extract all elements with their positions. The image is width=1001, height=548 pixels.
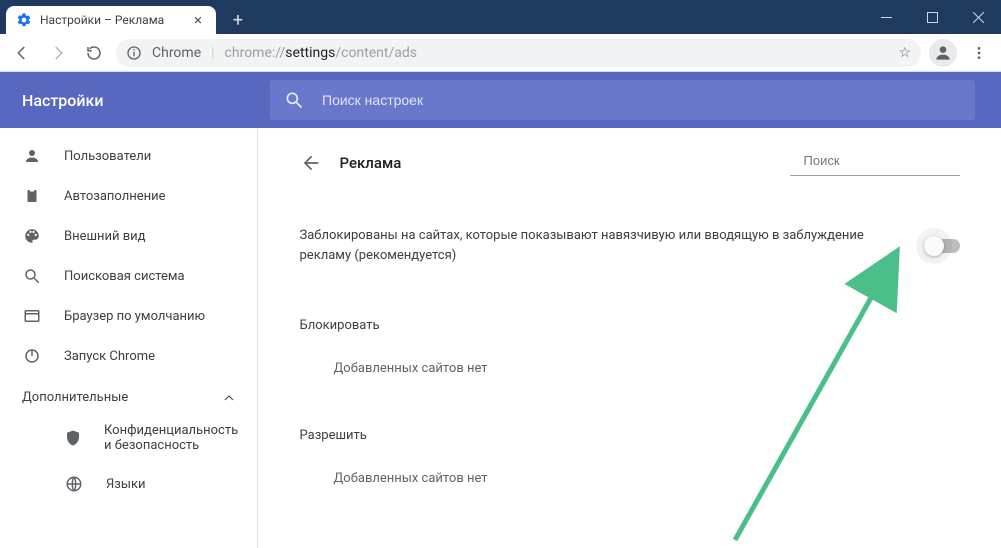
- browser-icon: [22, 307, 42, 325]
- info-icon: [126, 45, 142, 61]
- sidebar-item-languages[interactable]: Языки: [0, 461, 257, 507]
- browser-tab-title: Настройки – Реклама: [40, 13, 164, 27]
- sidebar-item-label: Внешний вид: [64, 229, 146, 244]
- allow-section-empty: Добавленных сайтов нет: [300, 443, 960, 486]
- settings-search[interactable]: [270, 80, 975, 120]
- settings-search-input[interactable]: [320, 91, 961, 109]
- window-minimize-button[interactable]: [863, 0, 909, 34]
- person-icon: [22, 147, 42, 165]
- globe-icon: [64, 475, 84, 493]
- shield-icon: [64, 429, 82, 447]
- browser-toolbar: Chrome | chrome://settings/content/ads ☆: [0, 34, 1001, 72]
- search-icon: [284, 90, 304, 110]
- ads-toggle-description: Заблокированы на сайтах, которые показыв…: [300, 226, 906, 266]
- sidebar-item-appearance[interactable]: Внешний вид: [0, 216, 257, 256]
- address-url: chrome://settings/content/ads: [225, 45, 417, 61]
- sidebar-item-label: Поисковая система: [64, 269, 185, 284]
- sidebar-item-label: Языки: [106, 477, 146, 492]
- address-origin-label: Chrome: [152, 45, 201, 61]
- sidebar-item-users[interactable]: Пользователи: [0, 136, 257, 176]
- settings-sidebar: Пользователи Автозаполнение Внешний вид …: [0, 128, 258, 548]
- sidebar-item-autofill[interactable]: Автозаполнение: [0, 176, 257, 216]
- block-section-empty: Добавленных сайтов нет: [300, 333, 960, 376]
- sidebar-item-on-startup[interactable]: Запуск Chrome: [0, 336, 257, 376]
- address-bar[interactable]: Chrome | chrome://settings/content/ads ☆: [116, 39, 921, 67]
- nav-reload-button[interactable]: [80, 39, 108, 67]
- sidebar-item-search-engine[interactable]: Поисковая система: [0, 256, 257, 296]
- block-section-title: Блокировать: [300, 318, 960, 333]
- bookmark-star-icon[interactable]: ☆: [898, 45, 911, 61]
- sidebar-item-label: Запуск Chrome: [64, 349, 155, 364]
- power-icon: [22, 347, 42, 365]
- sidebar-item-label: Браузер по умолчанию: [64, 309, 205, 324]
- search-icon: [22, 267, 42, 285]
- sidebar-item-label: Пользователи: [64, 149, 151, 164]
- sidebar-item-default-browser[interactable]: Браузер по умолчанию: [0, 296, 257, 336]
- page-title: Реклама: [340, 154, 402, 172]
- settings-content: Реклама Заблокированы на сайтах, которые…: [258, 128, 1001, 548]
- browser-menu-button[interactable]: [965, 39, 993, 67]
- sidebar-section-advanced[interactable]: Дополнительные: [0, 376, 257, 415]
- new-tab-button[interactable]: +: [224, 6, 252, 34]
- browser-tab-active[interactable]: Настройки – Реклама ×: [6, 6, 216, 34]
- window-titlebar: Настройки – Реклама × +: [0, 0, 1001, 34]
- sidebar-item-privacy[interactable]: Конфиденциальность и безопасность: [0, 415, 257, 461]
- allow-section-title: Разрешить: [300, 428, 960, 443]
- nav-forward-button[interactable]: [44, 39, 72, 67]
- clipboard-icon: [22, 187, 42, 205]
- chevron-up-icon: [223, 392, 235, 404]
- back-button[interactable]: [300, 153, 320, 173]
- close-tab-button[interactable]: ×: [190, 11, 206, 29]
- profile-avatar-button[interactable]: [929, 39, 957, 67]
- window-maximize-button[interactable]: [909, 0, 955, 34]
- settings-brand: Настройки: [0, 91, 260, 110]
- sidebar-item-label: Автозаполнение: [64, 189, 166, 204]
- sidebar-item-label: Конфиденциальность и безопасность: [104, 423, 238, 453]
- content-search[interactable]: [790, 150, 960, 176]
- ads-toggle[interactable]: [926, 239, 960, 253]
- nav-back-button[interactable]: [8, 39, 36, 67]
- content-search-input[interactable]: [802, 152, 982, 169]
- palette-icon: [22, 227, 42, 245]
- settings-header: Настройки: [0, 72, 1001, 128]
- gear-icon: [16, 12, 32, 28]
- window-close-button[interactable]: [955, 0, 1001, 34]
